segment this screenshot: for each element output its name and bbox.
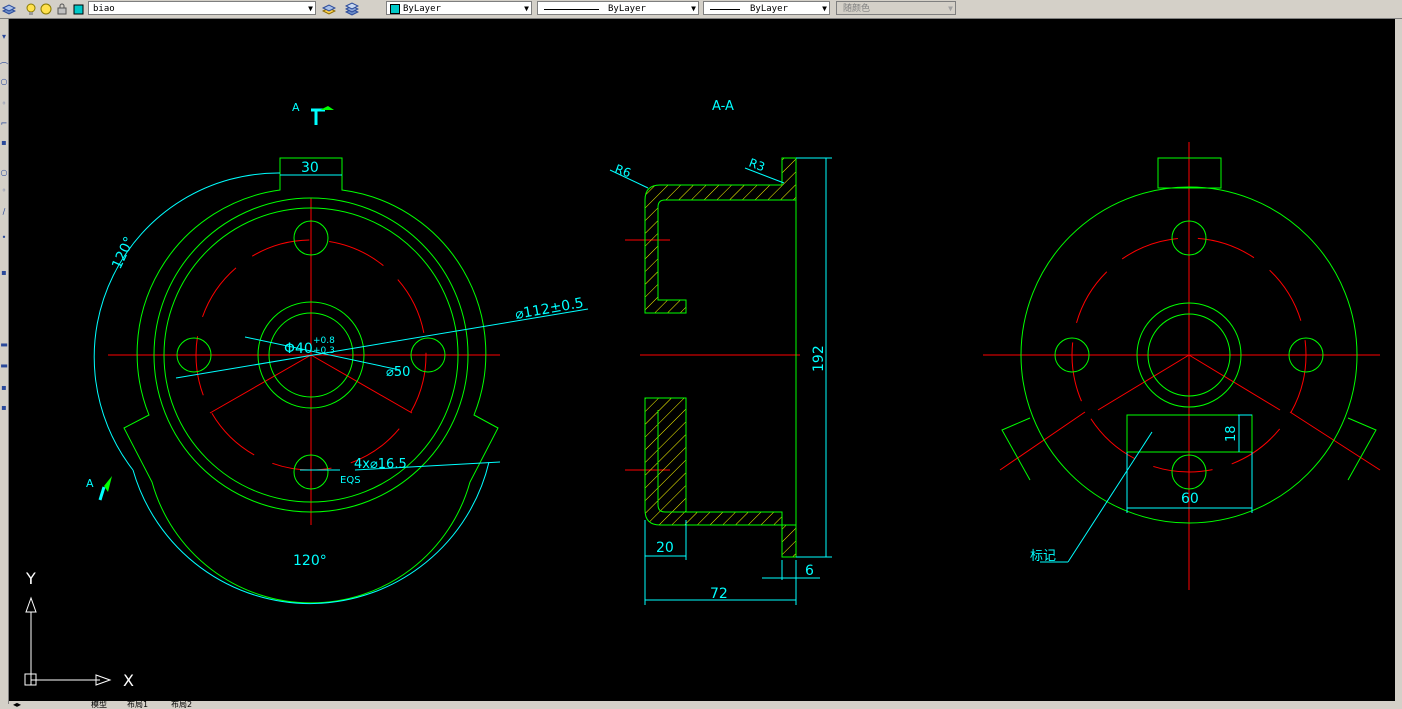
- layer-color-swatch-icon: [72, 1, 86, 15]
- ucs-icon: Y X: [24, 569, 134, 690]
- sun-icon[interactable]: [39, 1, 53, 15]
- dim-mark-height: 18: [1224, 425, 1239, 442]
- color-value: ByLayer: [403, 4, 441, 14]
- dim-width-20: 20: [656, 540, 674, 556]
- tool-icon[interactable]: ◦: [0, 100, 8, 108]
- color-swatch-icon: [390, 4, 400, 14]
- section-title: A-A: [712, 99, 734, 114]
- linetype-value: ByLayer: [608, 4, 646, 14]
- linetype-preview-icon: [544, 9, 599, 10]
- section-view: A-A R6 R3 192 20 6 72: [609, 99, 832, 605]
- color-dropdown[interactable]: ByLayer ▼: [386, 1, 532, 15]
- drawing-canvas[interactable]: A A 30 120° 120° ⌀112±0.5 Φ40 +0.8 +0.3 …: [9, 19, 1395, 703]
- dim-mark-width: 60: [1181, 491, 1199, 507]
- lineweight-preview-icon: [710, 9, 740, 10]
- lineweight-value: ByLayer: [750, 4, 788, 14]
- tool-icon[interactable]: ◦: [0, 187, 8, 195]
- tool-icon[interactable]: ▬: [0, 341, 8, 349]
- plotstyle-dropdown[interactable]: 随颜色 ▼: [836, 1, 956, 15]
- dim-height: 192: [811, 345, 827, 372]
- tool-icon[interactable]: ▪: [0, 269, 8, 277]
- cut-label-bottom: A: [86, 477, 94, 490]
- layer-dropdown[interactable]: biao ▼: [88, 1, 316, 15]
- dim-eqs: EQS: [340, 475, 361, 486]
- tool-icon[interactable]: ∕: [0, 208, 8, 216]
- dim-r6: R6: [613, 162, 633, 181]
- tool-icon[interactable]: ○: [0, 78, 8, 86]
- lock-icon[interactable]: [55, 1, 69, 15]
- layout-tabs: ◂▸ 模型 布局1 布局2: [9, 701, 1395, 709]
- tool-icon[interactable]: ▬: [0, 362, 8, 370]
- chevron-down-icon: ▼: [948, 4, 953, 13]
- marked-view: 60 18 标记: [983, 142, 1381, 590]
- modify-toolbar: ▾ ⌒ ○ ◦ ⌐ ▪ ○ ◦ ∕ • ▪ ▬ ▬ ▪ ▪: [0, 19, 9, 704]
- cut-label-top: A: [292, 101, 300, 114]
- chevron-down-icon: ▼: [822, 4, 827, 13]
- tool-icon[interactable]: ▪: [0, 404, 8, 412]
- lineweight-dropdown[interactable]: ByLayer ▼: [703, 1, 830, 15]
- dim-outer-dia: ⌀112±0.5: [514, 295, 585, 323]
- make-current-layer-icon[interactable]: [321, 1, 337, 15]
- tab-nav-icon[interactable]: ◂▸: [13, 701, 21, 709]
- dim-hub-dia: ⌀50: [386, 365, 410, 380]
- tab-model[interactable]: 模型: [91, 701, 107, 709]
- front-view: A A 30 120° 120° ⌀112±0.5 Φ40 +0.8 +0.3 …: [86, 101, 589, 605]
- tab-layout1[interactable]: 布局1: [127, 701, 148, 709]
- dim-r3: R3: [747, 156, 767, 175]
- dim-angle-top: 120°: [109, 234, 138, 271]
- linetype-dropdown[interactable]: ByLayer ▼: [537, 1, 699, 15]
- dim-bore-tol-lower: +0.3: [313, 346, 335, 356]
- dim-width-6: 6: [805, 563, 814, 579]
- layer-previous-icon[interactable]: [344, 1, 360, 16]
- chevron-down-icon: ▼: [691, 4, 696, 13]
- chevron-down-icon: ▼: [524, 4, 529, 13]
- tool-icon[interactable]: ▪: [0, 139, 8, 147]
- layer-manager-icon[interactable]: [1, 1, 17, 15]
- plotstyle-value: 随颜色: [843, 4, 871, 14]
- dim-tab-width: 30: [301, 160, 319, 176]
- tool-icon[interactable]: ⌒: [0, 63, 8, 71]
- tab-layout2[interactable]: 布局2: [171, 701, 192, 709]
- dim-angle-bottom: 120°: [293, 553, 327, 569]
- dim-holes: 4x⌀16.5: [354, 457, 407, 472]
- vertical-scrollbar[interactable]: [1395, 19, 1402, 704]
- bulb-icon[interactable]: [24, 1, 38, 15]
- tool-icon[interactable]: •: [0, 234, 8, 242]
- tool-icon[interactable]: ○: [0, 169, 8, 177]
- properties-toolbar: biao ▼ ByLayer ▼ ByLayer ▼ ByLayer ▼ 随颜色…: [0, 0, 1402, 19]
- dim-bore-dia: Φ40: [284, 341, 313, 357]
- mark-label: 标记: [1030, 549, 1056, 564]
- tool-icon[interactable]: ⌐: [0, 120, 8, 128]
- ucs-x-label: X: [123, 671, 134, 690]
- chevron-down-icon: ▼: [308, 4, 313, 13]
- tool-icon[interactable]: ▾: [0, 33, 8, 41]
- layer-name: biao: [93, 4, 115, 14]
- tool-icon[interactable]: ▪: [0, 384, 8, 392]
- ucs-y-label: Y: [25, 569, 36, 588]
- dim-width-72: 72: [710, 586, 728, 602]
- dim-bore-tol-upper: +0.8: [313, 336, 335, 346]
